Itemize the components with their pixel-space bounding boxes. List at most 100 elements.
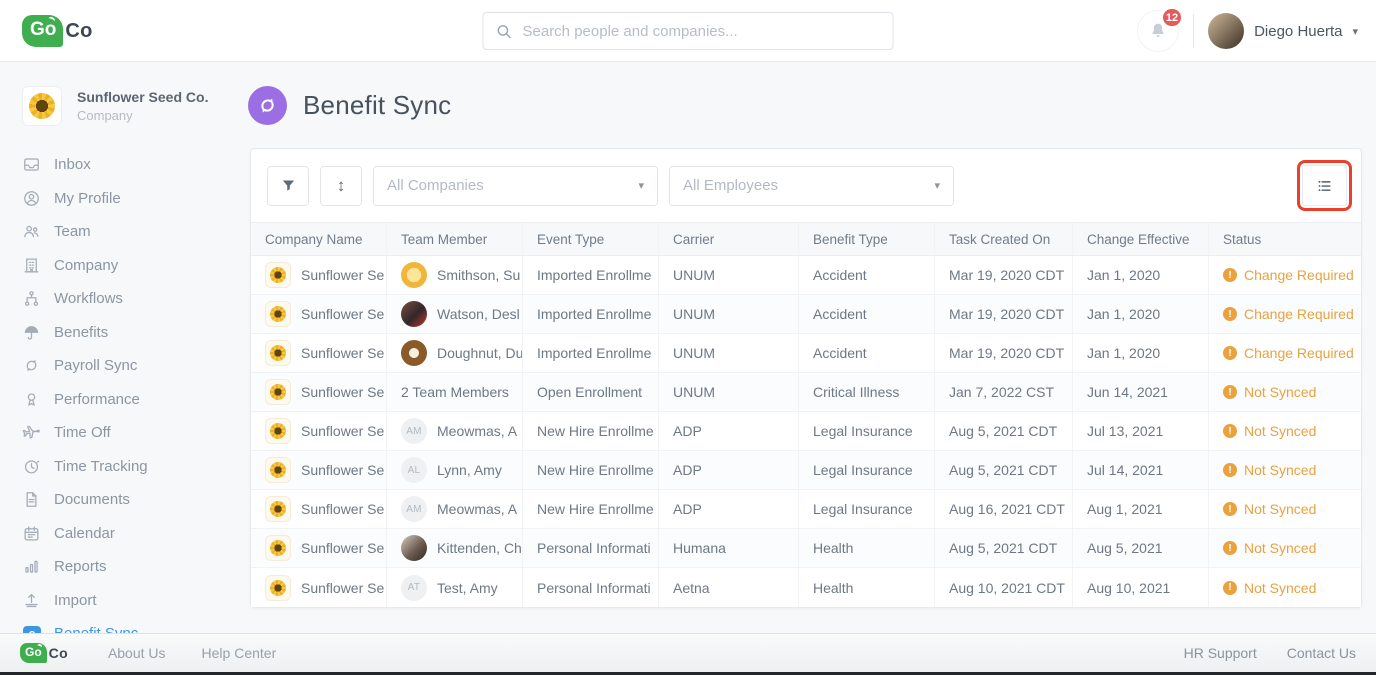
company-logo-icon bbox=[265, 535, 291, 561]
column-header-task-created-on: Task Created On bbox=[935, 223, 1073, 255]
benefit-type-cell: Legal Insurance bbox=[799, 412, 935, 450]
user-menu[interactable]: Diego Huerta ▾ bbox=[1208, 13, 1358, 49]
benefit-sync-card: ↕ All Companies ▾ All Employees ▾ Compan… bbox=[250, 148, 1362, 608]
event-type-cell: New Hire Enrollme bbox=[523, 451, 659, 489]
company-logo-icon bbox=[265, 574, 291, 601]
column-header-team-member: Team Member bbox=[387, 223, 523, 255]
status-cell: Not Synced bbox=[1209, 490, 1363, 528]
company-icon bbox=[22, 256, 41, 275]
benefit-type-cell: Critical Illness bbox=[799, 373, 935, 411]
user-name: Diego Huerta bbox=[1254, 22, 1343, 40]
notifications-button[interactable]: 12 bbox=[1137, 7, 1184, 52]
warning-icon bbox=[1223, 580, 1237, 595]
team-member-cell: Smithson, Su bbox=[387, 256, 523, 294]
status-badge: Change Required bbox=[1244, 267, 1354, 283]
company-switcher[interactable]: Sunflower Seed Co. Company bbox=[22, 86, 240, 126]
benefits-icon bbox=[22, 323, 41, 342]
sidebar-item-time-off[interactable]: Time Off bbox=[0, 416, 240, 450]
list-view-button[interactable] bbox=[1297, 160, 1352, 211]
table-row[interactable]: Sunflower Se Doughnut, Du Imported Enrollm… bbox=[251, 334, 1361, 373]
company-name-cell: Sunflower Se bbox=[251, 529, 387, 567]
team-member-cell: AT Test, Amy bbox=[387, 568, 523, 607]
footer: Go Co About Us Help Center HR Support Co… bbox=[0, 633, 1376, 672]
benefit-type-cell: Accident bbox=[799, 256, 935, 294]
sidebar-item-performance[interactable]: Performance bbox=[0, 383, 240, 417]
sidebar-item-workflows[interactable]: Workflows bbox=[0, 282, 240, 316]
task-created-cell: Aug 16, 2021 CDT bbox=[935, 490, 1073, 528]
change-effective-cell: Jul 14, 2021 bbox=[1073, 451, 1209, 489]
table-row[interactable]: Sunflower Se Smithson, Su Imported Enrollm… bbox=[251, 256, 1361, 295]
footer-link-about-us[interactable]: About Us bbox=[108, 645, 166, 661]
sidebar-item-label: Payroll Sync bbox=[54, 357, 138, 375]
company-name-cell: Sunflower Se bbox=[251, 373, 387, 411]
table-row[interactable]: Sunflower Se 2 Team Members Open Enrollmen… bbox=[251, 373, 1361, 412]
team-member-cell: AM Meowmas, A bbox=[387, 490, 523, 528]
column-header-carrier: Carrier bbox=[659, 223, 799, 255]
sidebar-item-label: Documents bbox=[54, 491, 130, 509]
benefit-sync-icon bbox=[248, 86, 287, 125]
change-effective-cell: Jan 1, 2020 bbox=[1073, 295, 1209, 333]
company-logo-icon bbox=[265, 340, 291, 366]
company-logo-icon bbox=[265, 379, 291, 405]
sidebar-item-documents[interactable]: Documents bbox=[0, 483, 240, 517]
sidebar-item-company[interactable]: Company bbox=[0, 249, 240, 283]
payroll-sync-icon bbox=[22, 356, 41, 375]
sidebar-item-inbox[interactable]: Inbox bbox=[0, 148, 240, 182]
sidebar-item-calendar[interactable]: Calendar bbox=[0, 517, 240, 551]
team-member-cell: 2 Team Members bbox=[387, 373, 523, 411]
employee-filter-select[interactable]: All Employees ▾ bbox=[669, 165, 954, 206]
footer-link-help-center[interactable]: Help Center bbox=[202, 645, 277, 661]
carrier-cell: UNUM bbox=[659, 295, 799, 333]
change-effective-cell: Aug 10, 2021 bbox=[1073, 568, 1209, 607]
benefit-type-cell: Health bbox=[799, 568, 935, 607]
goco-footer-logo[interactable]: Go Co bbox=[20, 643, 68, 663]
calendar-icon bbox=[22, 524, 41, 543]
goco-logo[interactable]: Go Co bbox=[22, 15, 93, 47]
profile-icon bbox=[22, 189, 41, 208]
sort-button[interactable]: ↕ bbox=[320, 165, 362, 206]
filter-button[interactable] bbox=[267, 165, 309, 206]
warning-icon bbox=[1223, 346, 1237, 360]
sidebar-item-team[interactable]: Team bbox=[0, 215, 240, 249]
benefit-type-cell: Accident bbox=[799, 295, 935, 333]
member-initials-avatar: AM bbox=[401, 418, 427, 444]
member-initials-avatar: AT bbox=[401, 574, 427, 601]
sidebar-item-label: Calendar bbox=[54, 524, 115, 542]
sidebar-item-time-tracking[interactable]: Time Tracking bbox=[0, 450, 240, 484]
sidebar: Sunflower Seed Co. Company Inbox My Profi… bbox=[0, 62, 240, 675]
member-avatar bbox=[401, 340, 427, 366]
table-row[interactable]: Sunflower Se AT Test, Amy Personal Informat… bbox=[251, 568, 1361, 607]
carrier-cell: ADP bbox=[659, 451, 799, 489]
change-effective-cell: Jul 13, 2021 bbox=[1073, 412, 1209, 450]
footer-link-hr-support[interactable]: HR Support bbox=[1184, 645, 1257, 661]
time-off-icon bbox=[22, 423, 41, 442]
sidebar-item-reports[interactable]: Reports bbox=[0, 550, 240, 584]
warning-icon bbox=[1223, 385, 1237, 399]
table-row[interactable]: Sunflower Se AL Lynn, Amy New Hire Enrollme… bbox=[251, 451, 1361, 490]
company-filter-select[interactable]: All Companies ▾ bbox=[373, 165, 658, 206]
footer-link-contact-us[interactable]: Contact Us bbox=[1287, 645, 1356, 661]
status-cell: Not Synced bbox=[1209, 568, 1363, 607]
notification-count-badge: 12 bbox=[1160, 7, 1184, 28]
carrier-cell: ADP bbox=[659, 490, 799, 528]
sidebar-item-import[interactable]: Import bbox=[0, 584, 240, 618]
column-header-company-name: Company Name bbox=[251, 223, 387, 255]
status-badge: Change Required bbox=[1244, 306, 1354, 322]
chevron-down-icon: ▾ bbox=[638, 180, 644, 192]
table-row[interactable]: Sunflower Se Watson, Desl Imported Enrollm… bbox=[251, 295, 1361, 334]
event-type-cell: Imported Enrollme bbox=[523, 334, 659, 372]
table-row[interactable]: Sunflower Se AM Meowmas, A New Hire Enrollm… bbox=[251, 412, 1361, 451]
search-input[interactable] bbox=[522, 22, 881, 40]
team-member-cell: Doughnut, Du bbox=[387, 334, 523, 372]
table-row[interactable]: Sunflower Se Kittenden, Ch Personal Inform… bbox=[251, 529, 1361, 568]
sidebar-item-benefits[interactable]: Benefits bbox=[0, 316, 240, 350]
sidebar-item-payroll-sync[interactable]: Payroll Sync bbox=[0, 349, 240, 383]
table-row[interactable]: Sunflower Se AM Meowmas, A New Hire Enrollm… bbox=[251, 490, 1361, 529]
sidebar-item-my-profile[interactable]: My Profile bbox=[0, 182, 240, 216]
member-avatar bbox=[401, 262, 427, 288]
search-icon bbox=[497, 24, 511, 38]
change-effective-cell: Jan 1, 2020 bbox=[1073, 334, 1209, 372]
event-type-cell: New Hire Enrollme bbox=[523, 412, 659, 450]
company-logo-icon bbox=[265, 496, 291, 522]
chevron-down-icon: ▾ bbox=[934, 180, 940, 192]
